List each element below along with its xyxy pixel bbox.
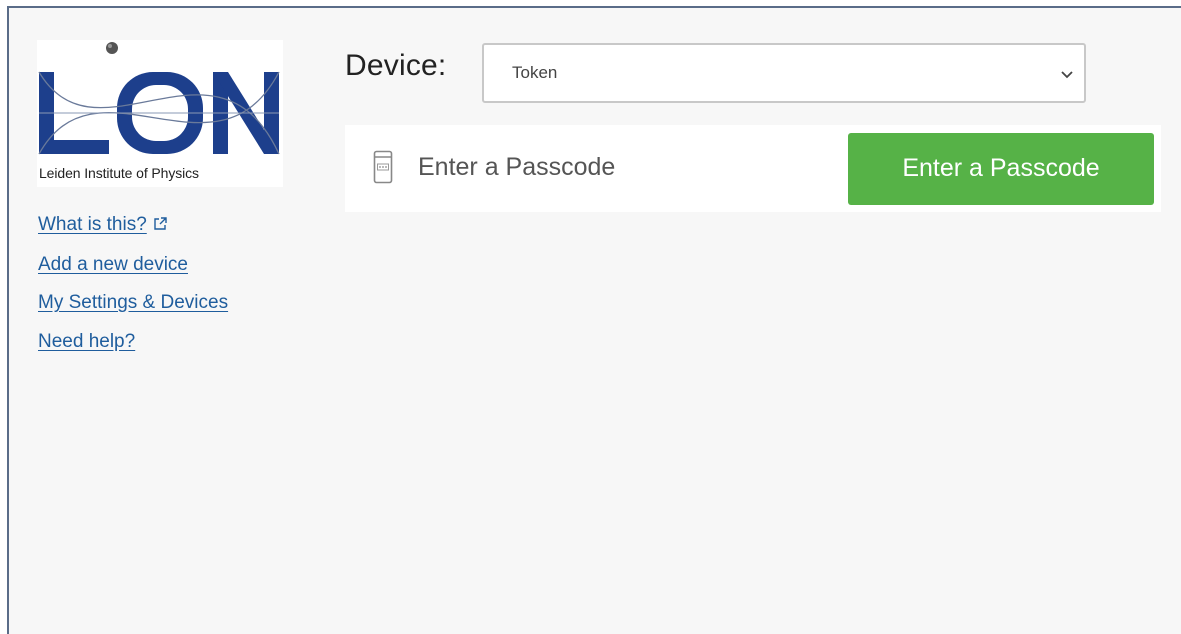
lion-logo-graphic bbox=[38, 42, 280, 155]
external-link-icon bbox=[153, 207, 167, 246]
institute-logo: Leiden Institute of Physics bbox=[37, 40, 283, 187]
passcode-row: Enter a Passcode Enter a Passcode bbox=[345, 125, 1161, 212]
token-device-icon bbox=[373, 150, 393, 189]
device-label: Device: bbox=[345, 49, 447, 82]
device-select-value: Token bbox=[512, 63, 558, 82]
what-is-this-label: What is this? bbox=[38, 214, 147, 235]
logo-caption: Leiden Institute of Physics bbox=[39, 165, 199, 181]
my-settings-devices-link[interactable]: My Settings & Devices bbox=[38, 284, 228, 323]
what-is-this-link[interactable]: What is this? bbox=[38, 206, 228, 246]
window-frame: Leiden Institute of Physics What is this… bbox=[0, 0, 1181, 634]
chevron-down-icon bbox=[1060, 67, 1074, 85]
device-select[interactable]: Token bbox=[482, 43, 1086, 103]
sidebar-links: What is this? Add a new device My Settin… bbox=[38, 206, 228, 361]
enter-passcode-button[interactable]: Enter a Passcode bbox=[848, 133, 1154, 205]
passcode-label: Enter a Passcode bbox=[418, 153, 616, 181]
need-help-link[interactable]: Need help? bbox=[38, 323, 228, 362]
add-new-device-link[interactable]: Add a new device bbox=[38, 246, 228, 285]
